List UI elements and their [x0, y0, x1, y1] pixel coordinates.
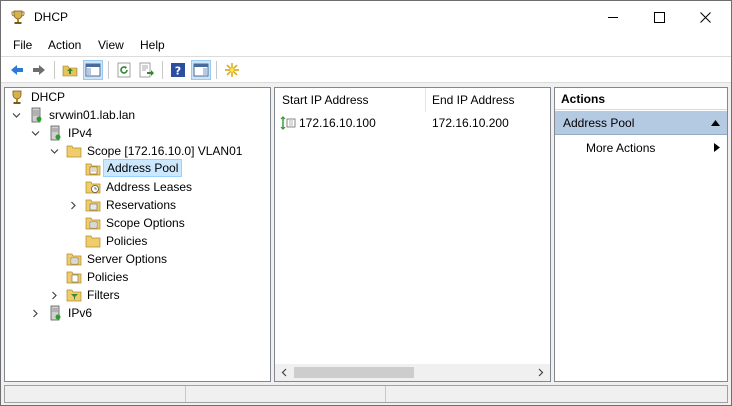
- scroll-right-icon[interactable]: [536, 368, 545, 377]
- menu-file[interactable]: File: [13, 38, 32, 52]
- forward-button[interactable]: [29, 60, 49, 80]
- tree-label: IPv4: [68, 126, 93, 140]
- svg-text:?: ?: [175, 65, 181, 78]
- maximize-icon: [654, 12, 665, 23]
- server-options-icon: [66, 253, 82, 266]
- reservations-icon: [85, 199, 101, 212]
- new-item-button[interactable]: [222, 60, 242, 80]
- actions-pane: Actions Address Pool More Actions: [554, 87, 728, 382]
- tree-label: Policies: [87, 270, 129, 284]
- tree-label: Scope [172.16.10.0] VLAN01: [87, 144, 243, 158]
- minimize-button[interactable]: [591, 1, 637, 34]
- help-icon: ?: [171, 63, 185, 78]
- console-tree: DHCP srvwin01.lab.lan IPv4 Scope [172.16…: [4, 87, 271, 382]
- table-row[interactable]: 172.16.10.100 172.16.10.200: [275, 113, 550, 133]
- tree-label: Server Options: [87, 252, 168, 266]
- title-bar: DHCP: [1, 1, 731, 34]
- menu-view[interactable]: View: [98, 38, 124, 52]
- menu-bar: File Action View Help: [1, 34, 731, 56]
- tree-label: Policies: [106, 234, 148, 248]
- actions-section-address-pool[interactable]: Address Pool: [555, 111, 727, 135]
- tree-label: Address Pool: [103, 159, 183, 177]
- window-title: DHCP: [34, 10, 69, 24]
- close-icon: [700, 12, 711, 23]
- menu-action[interactable]: Action: [48, 38, 81, 52]
- toolbar-separator: [216, 61, 217, 79]
- back-button[interactable]: [7, 60, 27, 80]
- ip-range-icon: [280, 116, 296, 130]
- tree-label: Reservations: [106, 198, 177, 212]
- show-hide-action-pane-icon: [193, 63, 209, 77]
- maximize-button[interactable]: [637, 1, 683, 34]
- chevron-right-icon[interactable]: [50, 291, 59, 300]
- mmc-window: DHCP File Action View Help ? DHCP srvwin…: [0, 0, 732, 406]
- start-ip-cell: 172.16.10.100: [299, 116, 376, 130]
- results-list: Start IP Address End IP Address 172.16.1…: [274, 87, 551, 382]
- policies-folder-icon: [85, 235, 101, 248]
- export-list-icon: [139, 62, 154, 78]
- address-leases-icon: [85, 181, 101, 194]
- horizontal-scrollbar[interactable]: [275, 364, 550, 381]
- tree-label: DHCP: [31, 90, 66, 104]
- chevron-right-icon[interactable]: [31, 309, 40, 318]
- scroll-left-icon[interactable]: [280, 368, 289, 377]
- address-pool-icon: [85, 163, 101, 176]
- status-divider: [385, 386, 386, 402]
- toolbar: ?: [1, 56, 731, 83]
- refresh-button[interactable]: [114, 60, 134, 80]
- forward-arrow-icon: [33, 65, 45, 75]
- new-item-star-icon: [225, 63, 239, 77]
- toolbar-separator: [54, 61, 55, 79]
- actions-section-label: Address Pool: [563, 116, 635, 130]
- show-hide-console-tree-button[interactable]: [83, 60, 103, 80]
- filter-icon: [66, 289, 82, 302]
- tree-label: IPv6: [68, 306, 93, 320]
- ipv4-server-icon: [50, 125, 61, 141]
- status-divider: [185, 386, 186, 402]
- export-list-button[interactable]: [137, 60, 157, 80]
- show-hide-action-pane-button[interactable]: [191, 60, 211, 80]
- folder-icon: [66, 145, 82, 158]
- status-bar: [4, 385, 728, 403]
- actions-header: Actions: [555, 88, 727, 110]
- tree-label: Filters: [87, 288, 120, 302]
- toolbar-separator: [162, 61, 163, 79]
- minimize-icon: [608, 17, 618, 18]
- end-ip-cell: 172.16.10.200: [432, 116, 509, 130]
- back-arrow-icon: [11, 65, 23, 75]
- server-icon: [31, 107, 42, 123]
- help-button[interactable]: ?: [168, 60, 188, 80]
- tree-label: Address Leases: [106, 180, 193, 194]
- menu-help[interactable]: Help: [140, 38, 165, 52]
- chevron-down-icon[interactable]: [12, 111, 21, 120]
- collapse-up-icon[interactable]: [711, 120, 720, 126]
- toolbar-separator: [108, 61, 109, 79]
- up-one-level-button[interactable]: [60, 60, 80, 80]
- dhcp-trophy-icon: [12, 90, 22, 104]
- chevron-down-icon[interactable]: [50, 147, 59, 156]
- up-folder-icon: [62, 65, 78, 77]
- close-button[interactable]: [683, 1, 729, 34]
- tree-label: Scope Options: [106, 216, 185, 230]
- more-actions-item[interactable]: More Actions: [586, 141, 655, 155]
- column-header-start-ip[interactable]: Start IP Address: [275, 88, 425, 112]
- column-header-end-ip[interactable]: End IP Address: [425, 88, 550, 112]
- policies-icon: [66, 271, 82, 284]
- show-hide-console-tree-icon: [85, 63, 101, 77]
- submenu-arrow-icon[interactable]: [714, 143, 720, 152]
- ipv6-server-icon: [50, 305, 61, 321]
- refresh-icon: [117, 62, 131, 78]
- scope-options-icon: [85, 217, 101, 230]
- scrollbar-thumb[interactable]: [294, 367, 414, 378]
- tree-label: srvwin01.lab.lan: [49, 108, 136, 122]
- chevron-down-icon[interactable]: [31, 129, 40, 138]
- dhcp-trophy-icon: [11, 10, 25, 24]
- chevron-right-icon[interactable]: [69, 201, 78, 210]
